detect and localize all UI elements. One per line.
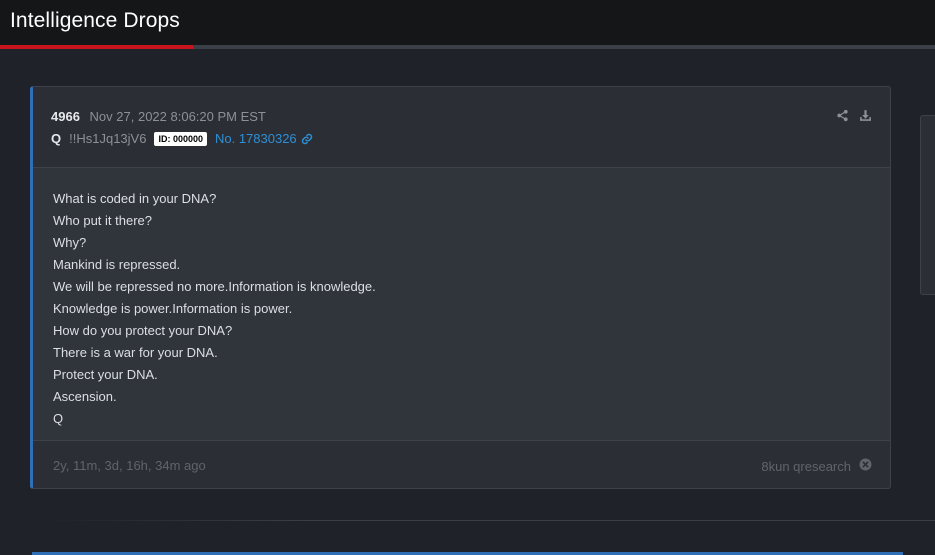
drop-line: Who put it there? [53, 213, 152, 228]
drop-number: 4966 [51, 109, 80, 124]
drop-line: What is coded in your DNA? [53, 191, 217, 206]
drop-line: How do you protect your DNA? [53, 323, 233, 338]
post-link[interactable]: No. 17830326 [215, 131, 297, 146]
page-title: Intelligence Drops [10, 9, 180, 32]
drop-line: Protect your DNA. [53, 367, 158, 382]
header-actions [836, 109, 872, 122]
drop-header: 4966 Nov 27, 2022 8:06:20 PM EST Q !!Hs1… [33, 87, 890, 168]
drop-line: Q [53, 411, 64, 426]
drop-line: There is a war for your DNA. [53, 345, 218, 360]
elapsed-time: 2y, 11m, 3d, 16h, 34m ago [53, 458, 206, 473]
drop-line: Ascension. [53, 389, 117, 404]
drop-line: We will be repressed no more.Information… [53, 279, 376, 294]
drop-line: Knowledge is power.Information is power. [53, 301, 293, 316]
drop-tripcode: !!Hs1Jq13jV6 [69, 131, 147, 146]
drop-line: Mankind is repressed. [53, 257, 181, 272]
drop-author-row: Q !!Hs1Jq13jV6 ID: 000000 No. 17830326 [51, 131, 313, 146]
progress-fill [0, 45, 193, 49]
share-icon[interactable] [836, 109, 849, 122]
close-circle-icon[interactable] [859, 458, 872, 474]
drop-footer: 2y, 11m, 3d, 16h, 34m ago 8kun qresearch [33, 442, 890, 488]
drop-line: Why? [53, 235, 87, 250]
divider [40, 520, 935, 521]
top-bar: Intelligence Drops [0, 0, 935, 45]
drop-meta-row: 4966 Nov 27, 2022 8:06:20 PM EST [51, 109, 266, 124]
link-icon[interactable] [301, 133, 313, 145]
scrollbar[interactable] [920, 115, 935, 295]
drop-source: 8kun qresearch [761, 458, 872, 474]
id-badge: ID: 000000 [154, 131, 207, 146]
drop-body: What is coded in your DNA? Who put it the… [33, 168, 890, 441]
source-label[interactable]: 8kun qresearch [761, 459, 851, 474]
drop-date: Nov 27, 2022 8:06:20 PM EST [89, 109, 266, 124]
drop-card: 4966 Nov 27, 2022 8:06:20 PM EST Q !!Hs1… [30, 86, 891, 489]
progress-track [0, 45, 935, 49]
drop-author: Q [51, 131, 62, 146]
download-icon[interactable] [859, 109, 872, 122]
